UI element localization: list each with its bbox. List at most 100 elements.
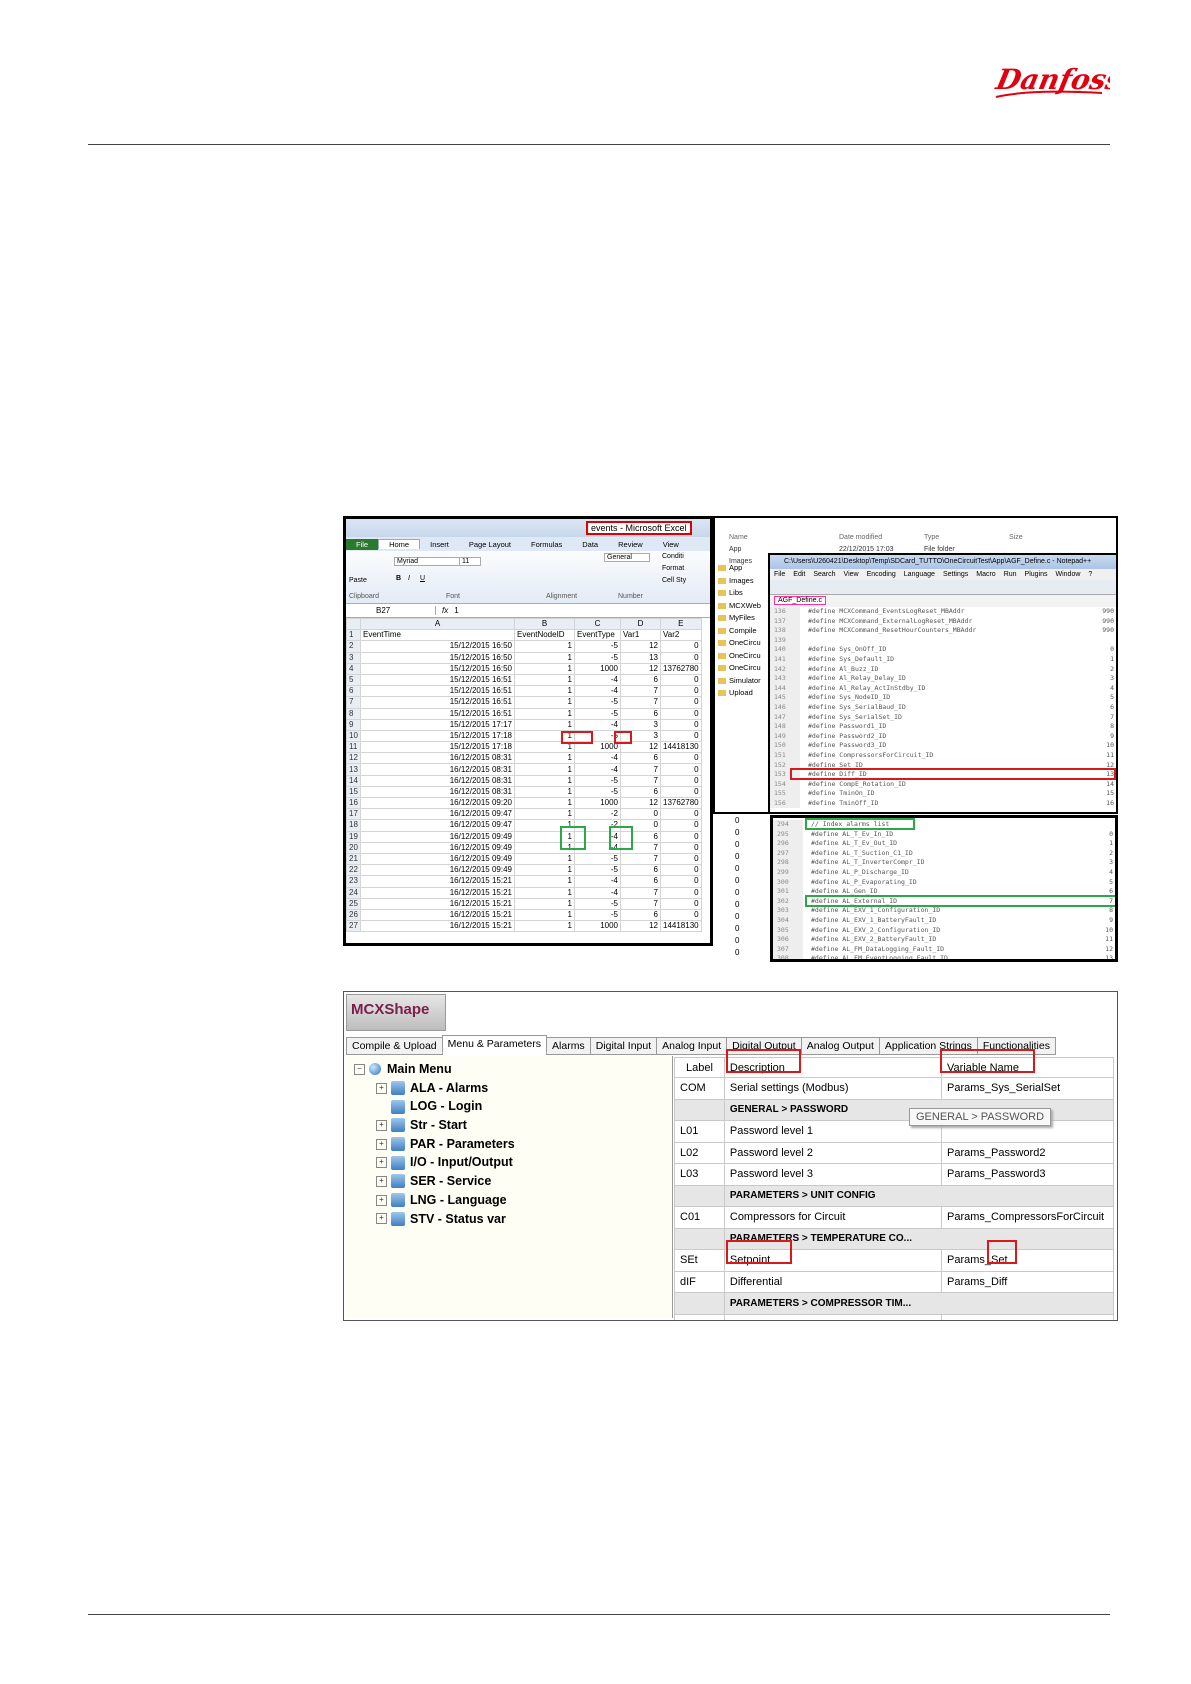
sidebar-item[interactable]: App xyxy=(715,562,770,575)
cell[interactable]: 15/12/2015 16:51 xyxy=(360,696,515,709)
column-header[interactable]: E xyxy=(660,617,702,631)
conditional-format-button[interactable]: Conditi xyxy=(662,553,684,560)
row-number[interactable]: 5 xyxy=(346,673,361,687)
cell[interactable]: 0 xyxy=(660,830,702,843)
cell[interactable]: -5 xyxy=(574,908,621,922)
excel-tab-formulas[interactable]: Formulas xyxy=(521,540,572,549)
corner-cell[interactable] xyxy=(346,617,361,631)
formula-input[interactable]: 1 xyxy=(454,606,458,615)
cell[interactable]: 1 xyxy=(514,897,575,910)
expand-icon[interactable]: + xyxy=(376,1213,387,1225)
tab-agf-define[interactable]: AGF_Define.c xyxy=(774,596,826,605)
cell[interactable]: -5 xyxy=(574,651,621,664)
expand-icon[interactable]: + xyxy=(376,1119,387,1131)
cell[interactable]: 0 xyxy=(660,718,702,731)
cell[interactable]: 12 xyxy=(620,662,661,675)
cell[interactable]: 0 xyxy=(660,819,702,832)
row-number[interactable]: 6 xyxy=(346,685,361,698)
cell[interactable]: -4 xyxy=(574,685,621,698)
expand-icon[interactable]: + xyxy=(376,1157,387,1169)
cell[interactable]: 12 xyxy=(620,796,661,810)
cell[interactable]: 6 xyxy=(620,673,661,687)
row-number[interactable]: 20 xyxy=(346,841,361,854)
row-number[interactable]: 4 xyxy=(346,662,361,675)
cell[interactable]: 1 xyxy=(514,696,575,709)
cell[interactable]: 15/12/2015 17:18 xyxy=(360,729,515,743)
tree-item[interactable]: + ALA - Alarms xyxy=(354,1079,515,1098)
cell[interactable]: 6 xyxy=(620,875,661,888)
sidebar-item[interactable]: Images xyxy=(715,575,770,588)
cell[interactable]: 1 xyxy=(514,752,575,765)
cell[interactable]: 1 xyxy=(514,774,575,787)
cell[interactable]: 1 xyxy=(514,673,575,687)
cell[interactable]: 0 xyxy=(660,908,702,922)
menu-item[interactable]: Language xyxy=(904,571,935,578)
menu-item[interactable]: Plugins xyxy=(1025,571,1048,578)
excel-tab-page-layout[interactable]: Page Layout xyxy=(459,540,521,549)
cell[interactable]: 15/12/2015 16:50 xyxy=(360,651,515,664)
cell[interactable]: 15/12/2015 16:51 xyxy=(360,685,515,698)
table-row[interactable]: COM Serial settings (Modbus) Params_Sys_Se… xyxy=(674,1077,1114,1100)
explorer-column-header[interactable]: Size xyxy=(1009,532,1094,544)
cell[interactable]: 0 xyxy=(660,841,702,854)
header-cell[interactable]: Var2 xyxy=(660,629,702,642)
cell[interactable]: -4 xyxy=(574,875,621,888)
cell[interactable]: 15/12/2015 16:50 xyxy=(360,640,515,653)
cell[interactable]: 0 xyxy=(660,763,702,776)
sidebar-item[interactable]: MyFiles xyxy=(715,612,770,625)
table-row[interactable]: CT1Automatic RotationParams_CompE_Rotati… xyxy=(674,1313,1114,1320)
cell[interactable]: 1000 xyxy=(574,662,621,675)
cell[interactable]: 7 xyxy=(620,696,661,709)
cell[interactable]: 14418130 xyxy=(660,741,702,754)
cell[interactable]: 16/12/2015 15:21 xyxy=(360,920,515,933)
tab-digital-input[interactable]: Digital Input xyxy=(589,1037,658,1055)
cell[interactable]: 0 xyxy=(620,808,661,821)
cell[interactable]: 0 xyxy=(660,651,702,664)
explorer-column-header[interactable]: Type xyxy=(924,532,1009,544)
table-row[interactable]: L03 Password level 3 Params_Password3 xyxy=(674,1163,1114,1186)
table-row[interactable]: L02 Password level 2 Params_Password2 xyxy=(674,1141,1114,1164)
underline-button[interactable]: U xyxy=(420,575,425,582)
cell[interactable]: 14418130 xyxy=(660,920,702,933)
tree-root[interactable]: − Main Menu xyxy=(354,1060,515,1079)
sidebar-item[interactable]: OneCircu xyxy=(715,650,770,663)
bold-button[interactable]: B xyxy=(396,575,401,582)
menu-item[interactable]: Run xyxy=(1004,571,1017,578)
row-number[interactable]: 23 xyxy=(346,875,361,888)
excel-tab-review[interactable]: Review xyxy=(608,540,653,549)
group-row[interactable]: PARAMETERS > COMPRESSOR TIM... xyxy=(674,1292,1115,1315)
cell[interactable]: 1 xyxy=(514,920,575,933)
menu-item[interactable]: Search xyxy=(813,571,835,578)
menu-item[interactable]: Settings xyxy=(943,571,968,578)
row-number[interactable]: 7 xyxy=(346,696,361,709)
tree-item[interactable]: + LNG - Language xyxy=(354,1191,515,1210)
row-number[interactable]: 18 xyxy=(346,819,361,832)
cell[interactable]: 1 xyxy=(514,796,575,810)
row-number[interactable]: 25 xyxy=(346,897,361,910)
cell[interactable]: 16/12/2015 15:21 xyxy=(360,908,515,922)
sidebar-item[interactable]: Compile xyxy=(715,625,770,638)
cell[interactable]: 16/12/2015 08:31 xyxy=(360,763,515,776)
cell[interactable]: 12 xyxy=(620,920,661,933)
number-format-select[interactable]: General xyxy=(604,553,650,562)
cell[interactable]: 6 xyxy=(620,785,661,799)
font-name-select[interactable]: Myriad xyxy=(394,557,460,566)
cell[interactable]: -2 xyxy=(574,808,621,821)
cell[interactable]: 1 xyxy=(514,875,575,888)
excel-tab-data[interactable]: Data xyxy=(572,540,608,549)
cell[interactable]: 1000 xyxy=(574,796,621,810)
tree-item[interactable]: + Str - Start xyxy=(354,1116,515,1135)
cell[interactable]: 0 xyxy=(660,685,702,698)
cell[interactable]: 16/12/2015 09:49 xyxy=(360,841,515,854)
cell[interactable]: 1 xyxy=(514,785,575,799)
menu-item[interactable]: Encoding xyxy=(867,571,896,578)
font-size-select[interactable]: 11 xyxy=(459,557,481,566)
row-number[interactable]: 3 xyxy=(346,651,361,664)
cell[interactable]: 12 xyxy=(620,640,661,653)
tab-menu-parameters[interactable]: Menu & Parameters xyxy=(441,1035,548,1053)
cell[interactable]: 1000 xyxy=(574,920,621,933)
cell[interactable]: 16/12/2015 09:47 xyxy=(360,819,515,832)
name-box[interactable]: B27 xyxy=(346,606,436,615)
row-number[interactable]: 9 xyxy=(346,718,361,731)
italic-button[interactable]: I xyxy=(408,575,410,582)
